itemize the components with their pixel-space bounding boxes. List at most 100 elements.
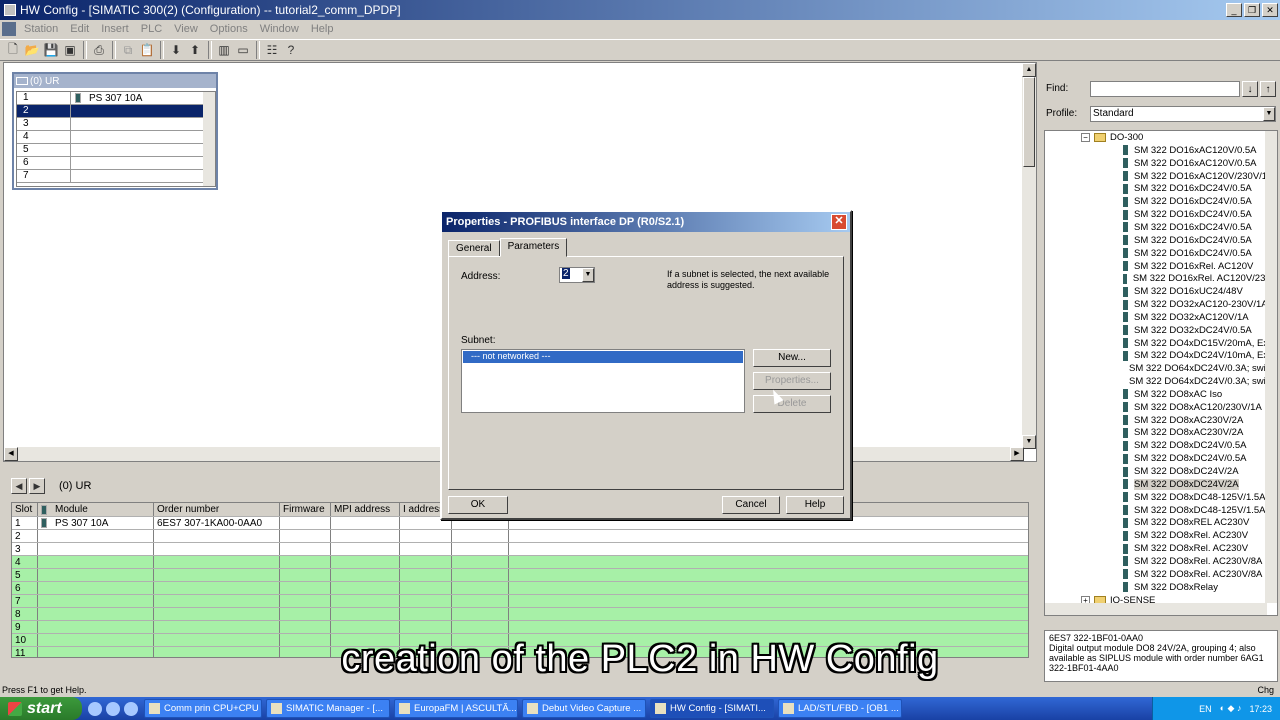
cancel-button[interactable]: Cancel [722, 496, 780, 514]
find-prev-icon[interactable]: ↑ [1260, 81, 1276, 97]
back-arrow-icon[interactable]: ◀ [11, 478, 27, 494]
rack-row[interactable]: 5 [17, 144, 215, 157]
print-icon[interactable]: ⎙ [90, 41, 108, 59]
save-icon[interactable]: 💾 [42, 41, 60, 59]
open-icon[interactable]: 📂 [23, 41, 41, 59]
scroll-left-arrow[interactable]: ◀ [4, 447, 18, 461]
catalog-item[interactable]: SM 322 DO16xAC120V/230V/1A [1045, 170, 1277, 183]
document-icon[interactable] [2, 22, 16, 36]
catalog-item[interactable]: SM 322 DO32xAC120-230V/1A [1045, 298, 1277, 311]
catalog-item[interactable]: SM 322 DO8xRel. AC230V/8A [1045, 568, 1277, 581]
table-row[interactable]: 3 [12, 543, 1028, 556]
minimize-button[interactable]: _ [1226, 3, 1242, 17]
chevron-down-icon[interactable]: ▼ [1263, 107, 1275, 121]
language-indicator[interactable]: EN [1199, 704, 1212, 714]
tab-general[interactable]: General [448, 240, 500, 257]
ok-button[interactable]: OK [448, 496, 508, 514]
workspace-vertical-scrollbar[interactable]: ▲ ▼ [1022, 63, 1036, 449]
tree-folder[interactable]: − DO-300 [1045, 131, 1277, 144]
tray-icons[interactable]: ◐ ◆ ♪ [1220, 703, 1242, 714]
scroll-down-arrow[interactable]: ▼ [1022, 435, 1036, 449]
catalog-item[interactable]: SM 322 DO16xDC24V/0.5A [1045, 234, 1277, 247]
catalog-item[interactable]: SM 322 DO8xDC48-125V/1.5A [1045, 491, 1277, 504]
rack-row[interactable]: 6 [17, 157, 215, 170]
tree-horizontal-scrollbar[interactable] [1045, 603, 1267, 615]
menu-station[interactable]: Station [18, 23, 64, 35]
quicklaunch-icon[interactable] [106, 701, 120, 716]
menu-insert[interactable]: Insert [95, 23, 135, 35]
context-help-icon[interactable]: ? [282, 41, 300, 59]
close-button[interactable]: ✕ [1262, 3, 1278, 17]
catalog-item[interactable]: SM 322 DO8xRel. AC230V [1045, 542, 1277, 555]
profile-select[interactable]: Standard ▼ [1090, 106, 1276, 122]
copy-icon[interactable]: ⧉ [119, 41, 137, 59]
catalog-tree[interactable]: − DO-300 SM 322 DO16xAC120V/0.5A SM 322 DO… [1044, 130, 1278, 616]
catalog-item[interactable]: SM 322 DO16xDC24V/0.5A [1045, 221, 1277, 234]
taskbar-item[interactable]: SIMATIC Manager - [... [266, 699, 390, 718]
menu-edit[interactable]: Edit [64, 23, 95, 35]
new-icon[interactable]: 🗋 [4, 41, 22, 59]
taskbar-item[interactable]: HW Config - [SIMATI... [650, 699, 774, 718]
find-input[interactable] [1090, 81, 1240, 97]
rack-row[interactable]: 7 [17, 170, 215, 183]
rack-panel[interactable]: (0) UR 1 PS 307 10A 2 3 4 5 6 7 [12, 72, 218, 190]
help-button[interactable]: Help [786, 496, 844, 514]
catalog-item[interactable]: SM 322 DO8xRel. AC230V [1045, 529, 1277, 542]
table-row[interactable]: 9 [12, 621, 1028, 634]
paste-icon[interactable]: 📋 [138, 41, 156, 59]
catalog-item[interactable]: SM 322 DO32xAC120V/1A [1045, 311, 1277, 324]
catalog-item[interactable]: SM 322 DO8xDC24V/2A [1045, 465, 1277, 478]
chevron-down-icon[interactable]: ▼ [582, 268, 594, 282]
menu-plc[interactable]: PLC [135, 23, 168, 35]
table-row[interactable]: 5 [12, 569, 1028, 582]
scroll-thumb[interactable] [1023, 77, 1035, 167]
catalog-item[interactable]: SM 322 DO16xDC24V/0.5A [1045, 247, 1277, 260]
table-row[interactable]: 6 [12, 582, 1028, 595]
find-next-icon[interactable]: ↓ [1242, 81, 1258, 97]
upload-icon[interactable]: ⬆ [186, 41, 204, 59]
catalog-item[interactable]: SM 322 DO16xRel. AC120V [1045, 260, 1277, 273]
catalog-item[interactable]: SM 322 DO16xRel. AC120V/230V [1045, 272, 1277, 285]
collapse-icon[interactable]: − [1081, 133, 1090, 142]
column-header[interactable]: Firmware [280, 503, 331, 516]
new-subnet-button[interactable]: New... [753, 349, 831, 367]
column-header[interactable]: Slot [12, 503, 38, 516]
menu-help[interactable]: Help [305, 23, 340, 35]
catalog-item[interactable]: SM 322 DO4xDC24V/10mA, Ex [1045, 350, 1277, 363]
rack-scrollbar[interactable] [203, 92, 215, 186]
catalog-item[interactable]: SM 322 DO4xDC15V/20mA, Ex [1045, 337, 1277, 350]
catalog-item[interactable]: SM 322 DO32xDC24V/0.5A [1045, 324, 1277, 337]
taskbar-item[interactable]: LAD/STL/FBD - [OB1 ... [778, 699, 902, 718]
delete-subnet-button[interactable]: Delete [753, 395, 831, 413]
dialog-close-icon[interactable]: ✕ [831, 214, 847, 230]
forward-arrow-icon[interactable]: ▶ [29, 478, 45, 494]
catalog-item[interactable]: SM 322 DO8xAC230V/2A [1045, 414, 1277, 427]
table-row[interactable]: 7 [12, 595, 1028, 608]
catalog-item[interactable]: SM 322 DO8xDC24V/2A [1045, 478, 1277, 491]
subnet-properties-button[interactable]: Properties... [753, 372, 831, 390]
taskbar-item[interactable]: Comm prin CPU+CPU ... [144, 699, 262, 718]
restore-button[interactable]: ❐ [1244, 3, 1260, 17]
catalog-item[interactable]: SM 322 DO64xDC24V/0.3A; switchi [1045, 362, 1277, 375]
rack-row[interactable]: 4 [17, 131, 215, 144]
tree-vertical-scrollbar[interactable] [1265, 131, 1277, 603]
catalog-item[interactable]: SM 322 DO8xDC24V/0.5A [1045, 439, 1277, 452]
menu-options[interactable]: Options [204, 23, 254, 35]
scroll-right-arrow[interactable]: ▶ [1010, 447, 1024, 461]
subnet-item[interactable]: --- not networked --- [463, 351, 743, 363]
table-row[interactable]: 4 [12, 556, 1028, 569]
catalog-item[interactable]: SM 322 DO16xDC24V/0.5A [1045, 183, 1277, 196]
rack-row[interactable]: 2 [17, 105, 215, 118]
catalog-item[interactable]: SM 322 DO16xUC24/48V [1045, 285, 1277, 298]
menu-window[interactable]: Window [254, 23, 305, 35]
save-compile-icon[interactable]: ▣ [61, 41, 79, 59]
taskbar-item[interactable]: EuropaFM | ASCULTĂ... [394, 699, 518, 718]
tab-parameters[interactable]: Parameters [499, 238, 568, 257]
catalog-item[interactable]: SM 322 DO64xDC24V/0.3A; switchi [1045, 375, 1277, 388]
download-icon[interactable]: ⬇ [167, 41, 185, 59]
catalog-item[interactable]: SM 322 DO8xRelay [1045, 581, 1277, 594]
catalog-item[interactable]: SM 322 DO16xAC120V/0.5A [1045, 144, 1277, 157]
column-header[interactable]: Order number [154, 503, 280, 516]
subnet-list[interactable]: --- not networked --- [461, 349, 745, 413]
column-header[interactable]: Module [38, 503, 154, 516]
